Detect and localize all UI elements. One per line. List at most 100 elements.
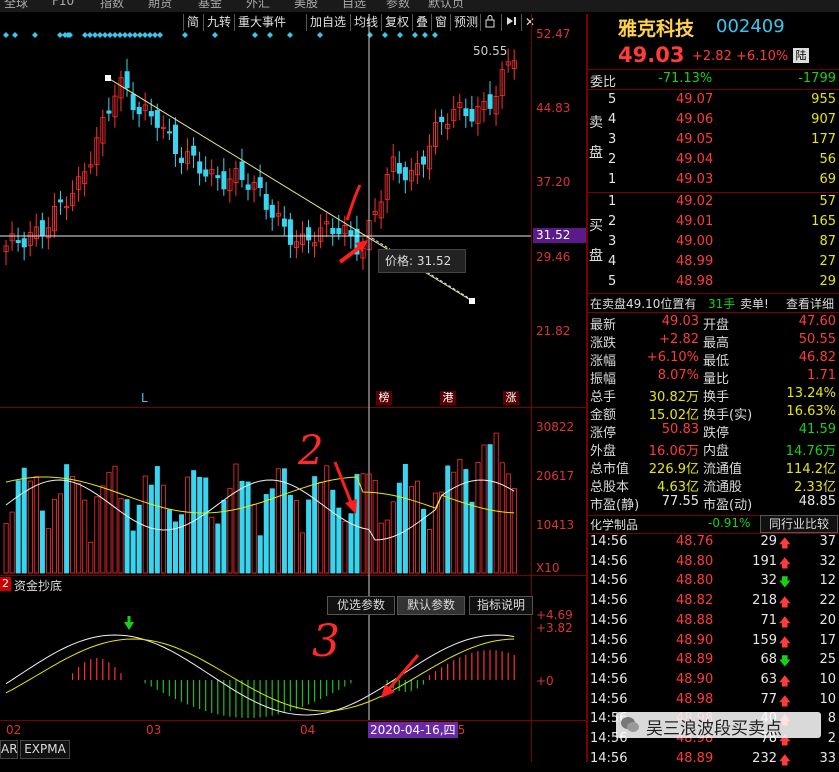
volume-bar	[33, 476, 39, 574]
tick-price: 48.90	[676, 632, 714, 648]
buy-label: 买盘	[589, 218, 603, 264]
volume-bar	[166, 509, 172, 574]
tick-count: 25	[819, 652, 836, 668]
volume-bar	[88, 541, 94, 574]
candle	[172, 124, 178, 155]
signal-diamond	[412, 32, 418, 38]
event-marker[interactable]: L	[141, 391, 148, 405]
x-tick: 04	[300, 723, 316, 737]
book-level: 4	[608, 254, 617, 269]
tick-volume: 68	[760, 652, 777, 668]
tab-ar[interactable]: AR	[0, 740, 18, 759]
annotation-arrow	[333, 461, 354, 506]
volume-bar	[445, 465, 451, 574]
quote-label: 流通股	[703, 480, 743, 495]
book-price[interactable]: 48.98	[676, 274, 713, 289]
annotation-number: 2	[298, 428, 324, 474]
arrow-up-icon: 🡅	[778, 693, 791, 708]
book-price[interactable]: 49.06	[676, 112, 713, 127]
tick-volume: 32	[760, 573, 777, 589]
tab-optimized-params[interactable]: 优选参数	[327, 596, 395, 615]
candle	[203, 169, 209, 177]
quote-label: 振幅	[590, 372, 617, 387]
industry-name[interactable]: 化学制品	[590, 516, 638, 533]
volume-bar	[469, 501, 475, 574]
tick-volume: 77	[760, 691, 777, 707]
tick-count: 2	[827, 731, 836, 746]
candle	[136, 107, 142, 115]
quote-label: 换手(实)	[703, 408, 753, 423]
book-volume: 177	[811, 132, 836, 147]
quote-value: 4.63亿	[657, 480, 699, 495]
tick-count: 37	[819, 534, 836, 549]
volume-bar	[82, 499, 88, 574]
arrow-up-icon: 🡅	[778, 595, 791, 610]
annotation-stroke	[345, 184, 362, 221]
book-volume: 56	[819, 152, 836, 167]
quote-value: 41.59	[798, 422, 836, 437]
book-price[interactable]: 49.03	[676, 172, 713, 187]
candle	[269, 204, 275, 218]
volume-bar	[3, 523, 9, 574]
quote-label: 内盘	[703, 444, 730, 459]
book-price[interactable]: 49.00	[676, 234, 713, 249]
sell-note-text: 在卖盘49.10位置有	[590, 297, 697, 311]
candle	[166, 131, 172, 134]
volume-bar	[124, 499, 130, 574]
tick-price: 48.82	[676, 593, 714, 609]
candle	[402, 167, 408, 181]
volume-bar	[39, 510, 45, 574]
volume-bar	[142, 475, 148, 574]
book-volume: 907	[811, 112, 836, 127]
price-change-pct: +6.10%	[736, 49, 789, 64]
volume-bar	[136, 504, 142, 574]
trend-handle	[105, 75, 111, 81]
quote-value: 50.83	[661, 422, 699, 437]
quote-value: 16.06万	[648, 444, 699, 459]
quote-label: 总股本	[590, 480, 630, 495]
book-price[interactable]: 49.07	[676, 92, 713, 107]
quote-value: +6.10%	[646, 350, 699, 365]
tick-time: 14:56	[590, 632, 628, 648]
quote-value: 16.63%	[786, 404, 836, 419]
volume-bar	[300, 532, 306, 574]
candlestick-chart[interactable]	[0, 0, 587, 762]
event-marker[interactable]: 港	[440, 391, 456, 405]
tab-indicator-help[interactable]: 指标说明	[469, 596, 533, 615]
candle	[330, 228, 336, 234]
volume-bar	[342, 520, 348, 574]
sell-note-qty: 31手	[708, 297, 736, 311]
signal-diamond	[182, 32, 188, 38]
event-marker[interactable]: 涨	[503, 391, 519, 405]
book-price[interactable]: 49.01	[676, 214, 713, 229]
tick-price: 48.90	[676, 671, 714, 687]
indicator-name[interactable]: 资金抄底	[14, 577, 62, 594]
book-level: 1	[608, 172, 617, 187]
quote-value: 47.60	[798, 314, 836, 329]
candle	[21, 238, 27, 248]
volume-bar	[312, 476, 318, 574]
volume-bar	[281, 468, 287, 574]
tick-volume: 232	[752, 750, 777, 766]
tick-price: 48.80	[676, 573, 714, 589]
industry-pct: -0.91%	[708, 516, 751, 530]
book-price[interactable]: 48.99	[676, 254, 713, 269]
volume-bar	[475, 462, 481, 574]
industry-compare-button[interactable]: 同行业比较	[760, 515, 838, 533]
tab-expma[interactable]: EXPMA	[20, 740, 70, 759]
candle	[439, 116, 445, 123]
tick-time: 14:56	[590, 534, 628, 549]
book-price[interactable]: 49.02	[676, 194, 713, 209]
quote-value: 13.24%	[786, 386, 836, 401]
quote-label: 量比	[703, 372, 730, 387]
view-detail-link[interactable]: 查看详细	[786, 295, 834, 312]
event-marker[interactable]: 榜	[376, 391, 392, 405]
candle	[58, 199, 64, 203]
high-price-marker: 50.55	[473, 44, 508, 58]
book-price[interactable]: 49.04	[676, 152, 713, 167]
signal-diamond	[157, 32, 163, 38]
tab-default-params[interactable]: 默认参数	[397, 596, 465, 615]
tick-time: 14:56	[590, 691, 628, 707]
book-price[interactable]: 49.05	[676, 132, 713, 147]
volume-bar	[487, 444, 493, 574]
